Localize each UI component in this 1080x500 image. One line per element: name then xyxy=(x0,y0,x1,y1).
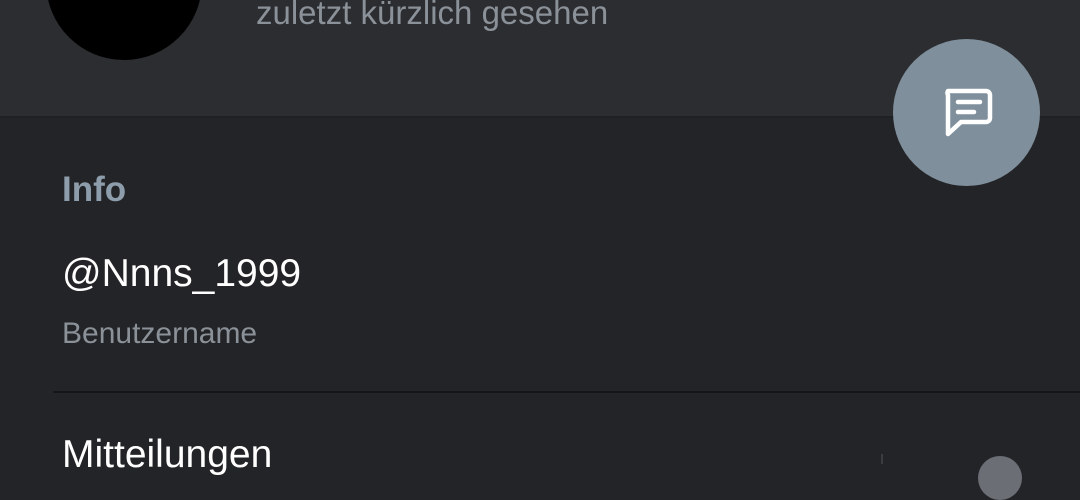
vertical-separator xyxy=(881,454,883,464)
username-label: Benutzername xyxy=(62,317,258,350)
notifications-toggle[interactable] xyxy=(978,456,1022,500)
last-seen-status: zuletzt kürzlich gesehen xyxy=(256,0,609,31)
avatar[interactable] xyxy=(46,0,202,60)
notifications-label[interactable]: Mitteilungen xyxy=(62,433,272,477)
row-divider xyxy=(53,391,1080,393)
send-message-button[interactable] xyxy=(893,39,1040,186)
username-value[interactable]: @Nnns_1999 xyxy=(62,252,301,296)
info-section-title: Info xyxy=(62,170,127,209)
message-icon xyxy=(944,88,992,136)
